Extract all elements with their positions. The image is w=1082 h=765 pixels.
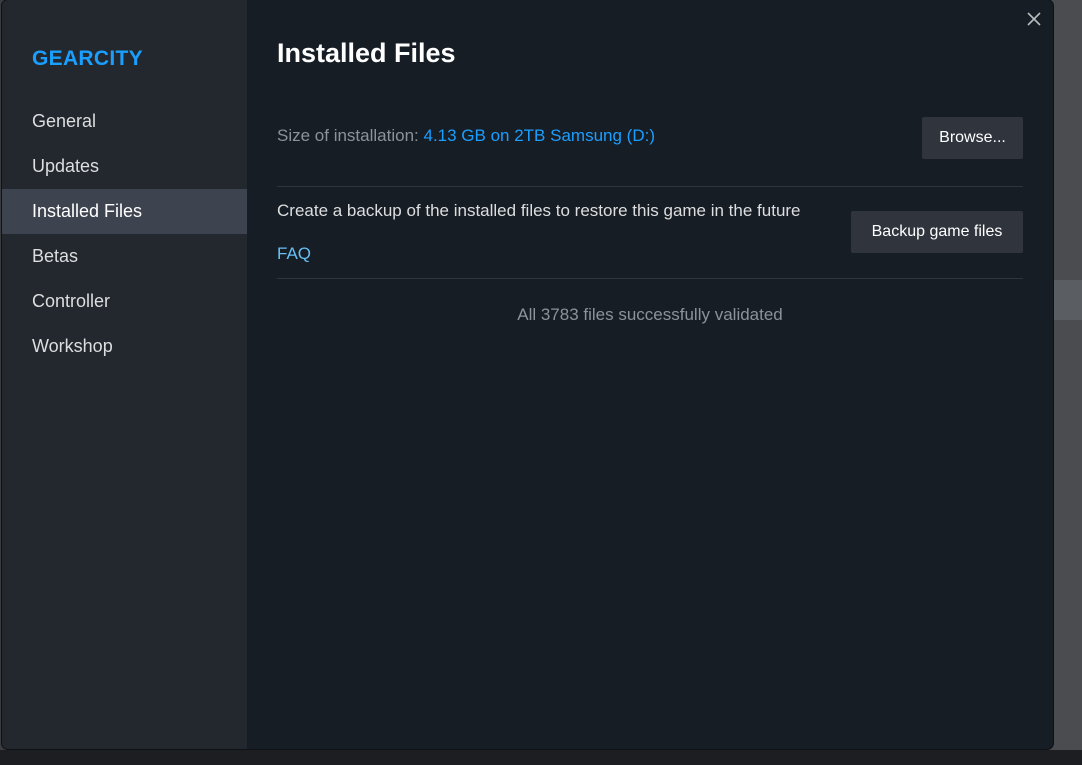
- validation-status: All 3783 files successfully validated: [517, 305, 783, 324]
- backup-row: Create a backup of the installed files t…: [277, 187, 1023, 279]
- sidebar: GEARCITY General Updates Installed Files…: [2, 0, 247, 749]
- taskbar-edge: [0, 750, 1082, 765]
- size-value-link[interactable]: 4.13 GB on 2TB Samsung (D:): [423, 126, 655, 145]
- sidebar-item-general[interactable]: General: [2, 99, 247, 144]
- sidebar-item-workshop[interactable]: Workshop: [2, 324, 247, 369]
- size-info: Size of installation: 4.13 GB on 2TB Sam…: [277, 126, 655, 146]
- sidebar-nav: General Updates Installed Files Betas Co…: [2, 99, 247, 369]
- size-label: Size of installation:: [277, 126, 419, 145]
- browse-button[interactable]: Browse...: [922, 117, 1023, 159]
- close-button[interactable]: [1023, 8, 1045, 30]
- page-title: Installed Files: [277, 38, 456, 68]
- properties-dialog: GEARCITY General Updates Installed Files…: [2, 0, 1053, 749]
- sidebar-item-betas[interactable]: Betas: [2, 234, 247, 279]
- backup-game-files-button[interactable]: Backup game files: [851, 211, 1023, 253]
- faq-link[interactable]: FAQ: [277, 244, 311, 264]
- game-title: GEARCITY: [32, 47, 143, 70]
- sidebar-item-installed-files[interactable]: Installed Files: [2, 189, 247, 234]
- installation-size-row: Size of installation: 4.13 GB on 2TB Sam…: [277, 116, 1023, 187]
- main-panel: Installed Files Size of installation: 4.…: [247, 0, 1053, 749]
- sidebar-item-controller[interactable]: Controller: [2, 279, 247, 324]
- sidebar-item-updates[interactable]: Updates: [2, 144, 247, 189]
- close-icon: [1027, 12, 1041, 26]
- backup-description: Create a backup of the installed files t…: [277, 201, 801, 220]
